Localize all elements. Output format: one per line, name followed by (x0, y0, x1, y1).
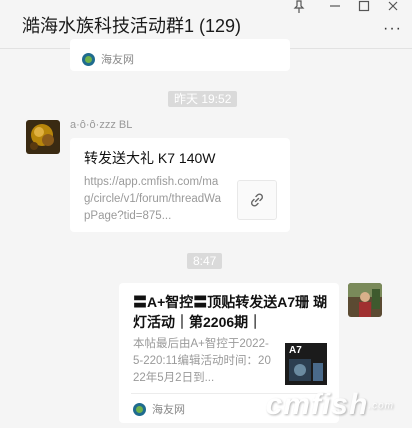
maximize-icon[interactable] (356, 0, 372, 16)
pin-icon[interactable] (291, 0, 307, 16)
thumbnail-label: A7 (289, 345, 302, 356)
chat-area[interactable]: 海友网 昨天 19:52 a·ô·ô·zzz BL 转发送大礼 K7 140W … (0, 39, 412, 428)
card-thumbnail: A7 (285, 343, 327, 385)
link-icon[interactable] (237, 180, 277, 220)
card-title: 〓A+智控〓顶贴转发送A7珊 瑚灯活动｜第2206期｜ (133, 294, 328, 330)
source-logo-icon (133, 402, 146, 416)
link-card[interactable]: 转发送大礼 K7 140W https://app.cmfish.com/mag… (70, 138, 290, 232)
card-source: 海友网 (133, 401, 185, 417)
card-description: https://app.cmfish.com/mag/circle/v1/for… (84, 176, 221, 222)
card-source: 海友网 (82, 51, 134, 67)
chat-title: 澔海水族科技活动群1 (129) (22, 16, 242, 36)
previous-link-card[interactable]: 海友网 (70, 39, 290, 71)
timestamp-today: 8:47 (187, 253, 223, 269)
more-options-button[interactable]: ··· (383, 20, 402, 38)
minimize-icon[interactable] (327, 0, 343, 16)
avatar[interactable] (348, 283, 382, 317)
watermark: cmfish.com (265, 388, 394, 421)
close-icon[interactable] (385, 0, 401, 16)
card-description: 本帖最后由A+智控于2022-5-220:11编辑活动时间：2022年5月2日到… (133, 338, 271, 384)
avatar[interactable] (26, 120, 60, 154)
sender-name: a·ô·ô·zzz BL (70, 119, 133, 131)
timestamp-yesterday: 昨天 19:52 (168, 91, 238, 107)
source-logo-icon (82, 52, 95, 66)
card-title: 转发送大礼 K7 140W (84, 150, 216, 166)
